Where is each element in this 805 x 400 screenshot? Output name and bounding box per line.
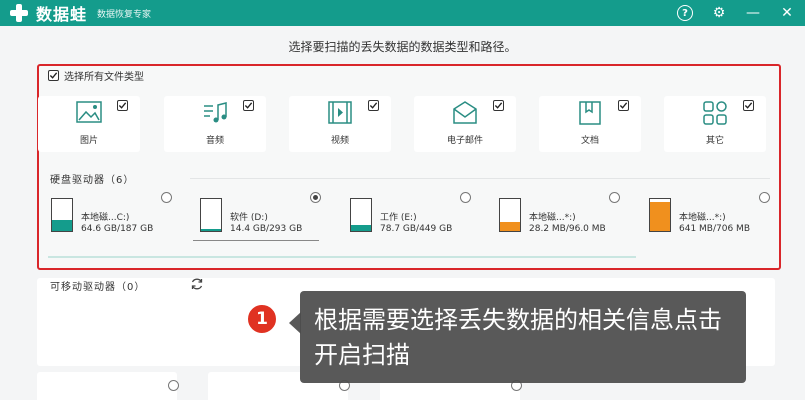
drive-item[interactable]: 本地磁...C:) 64.6 GB/187 GB (51, 192, 176, 240)
file-type-card-other[interactable]: 其它 (664, 96, 766, 152)
checkmark-icon (494, 102, 503, 109)
window-controls: ? ⚙ — ✕ (677, 0, 795, 26)
file-type-label: 文档 (580, 136, 599, 146)
minimize-icon[interactable]: — (745, 5, 761, 21)
file-type-checkbox[interactable] (618, 100, 629, 111)
removable-drives-title: 可移动驱动器（0） (50, 282, 146, 293)
drive-item[interactable]: 本地磁...*:) 28.2 MB/96.0 MB (499, 192, 624, 240)
drive-name: 本地磁...*:) (529, 213, 576, 223)
drive-radio[interactable] (460, 192, 471, 203)
drive-name: 本地磁...*:) (679, 213, 726, 223)
image-icon (76, 101, 102, 123)
checkmark-icon (118, 102, 127, 109)
drive-usage-fill (52, 219, 72, 231)
file-type-label: 其它 (705, 136, 724, 146)
settings-gear-icon[interactable]: ⚙ (711, 5, 727, 21)
drive-item[interactable]: 软件 (D:) 14.4 GB/293 GB (200, 192, 325, 240)
instruction-tooltip: 根据需要选择丢失数据的相关信息点击开启扫描 (300, 291, 746, 383)
drive-radio[interactable] (609, 192, 620, 203)
file-type-card-document[interactable]: 文档 (539, 96, 641, 152)
file-type-label: 电子邮件 (446, 136, 483, 146)
hard-drives-title: 硬盘驱动器（6） (50, 175, 135, 186)
drive-usage-fill (351, 225, 371, 231)
file-type-label: 音频 (205, 136, 224, 146)
document-icon (579, 101, 601, 125)
drive-size: 78.7 GB/449 GB (380, 224, 453, 234)
drive-size: 64.6 GB/187 GB (81, 224, 154, 234)
location-radio[interactable] (168, 380, 179, 391)
drive-icon (200, 198, 222, 232)
drive-list-track (48, 256, 636, 258)
drive-name: 本地磁...C:) (81, 213, 130, 223)
drive-item[interactable]: 本地磁...*:) 641 MB/706 MB (649, 192, 774, 240)
file-type-checkbox[interactable] (368, 100, 379, 111)
select-all-checkbox[interactable] (48, 70, 59, 81)
drive-size: 28.2 MB/96.0 MB (529, 224, 606, 234)
file-type-checkbox[interactable] (243, 100, 254, 111)
drive-radio[interactable] (759, 192, 770, 203)
page-heading: 选择要扫描的丢失数据的数据类型和路径。 (288, 40, 517, 54)
app-name: 数据蛙 (36, 5, 88, 24)
drive-size: 14.4 GB/293 GB (230, 224, 303, 234)
file-type-checkbox[interactable] (117, 100, 128, 111)
video-icon (328, 101, 352, 124)
drive-radio[interactable] (310, 192, 321, 203)
email-icon (453, 101, 477, 124)
drive-name: 软件 (D:) (230, 213, 268, 223)
select-all-file-types[interactable]: 选择所有文件类型 (48, 68, 144, 83)
select-all-label: 选择所有文件类型 (64, 72, 144, 83)
drive-radio[interactable] (161, 192, 172, 203)
file-type-label: 视频 (330, 136, 349, 146)
logo-cross-icon (8, 2, 30, 24)
app-subtitle: 数据恢复专家 (97, 9, 152, 20)
file-type-label: 图片 (79, 136, 98, 146)
file-type-card-audio[interactable]: 音频 (164, 96, 266, 152)
file-type-list: 图片 音频 视频 电子邮件 文档 其它 (38, 96, 780, 152)
file-type-checkbox[interactable] (493, 100, 504, 111)
checkmark-icon (49, 72, 58, 79)
section-divider (190, 178, 770, 179)
drive-icon (51, 198, 73, 232)
file-type-card-image[interactable]: 图片 (38, 96, 140, 152)
drive-name: 工作 (E:) (380, 213, 417, 223)
file-type-checkbox[interactable] (743, 100, 754, 111)
tooltip-text: 根据需要选择丢失数据的相关信息点击开启扫描 (314, 306, 722, 369)
checkmark-icon (744, 102, 753, 109)
close-icon[interactable]: ✕ (779, 5, 795, 21)
refresh-icon[interactable] (190, 277, 204, 291)
other-icon (703, 101, 727, 125)
file-type-card-email[interactable]: 电子邮件 (414, 96, 516, 152)
drive-usage-fill (650, 201, 670, 231)
drive-item[interactable]: 工作 (E:) 78.7 GB/449 GB (350, 192, 475, 240)
drive-usage-fill (500, 221, 520, 231)
checkmark-icon (244, 102, 253, 109)
drive-icon (350, 198, 372, 232)
title-bar: 数据蛙 数据恢复专家 ? ⚙ — ✕ (0, 0, 805, 26)
audio-icon (204, 102, 227, 123)
drive-usage-fill (201, 229, 221, 231)
location-card[interactable] (37, 372, 179, 400)
drive-size: 641 MB/706 MB (679, 224, 750, 234)
step-badge: 1 (246, 303, 278, 335)
checkmark-icon (369, 102, 378, 109)
selected-drive-underline (193, 240, 319, 241)
drive-icon (649, 198, 671, 232)
checkmark-icon (619, 102, 628, 109)
drive-icon (499, 198, 521, 232)
file-type-card-video[interactable]: 视频 (289, 96, 391, 152)
help-icon[interactable]: ? (677, 5, 693, 21)
